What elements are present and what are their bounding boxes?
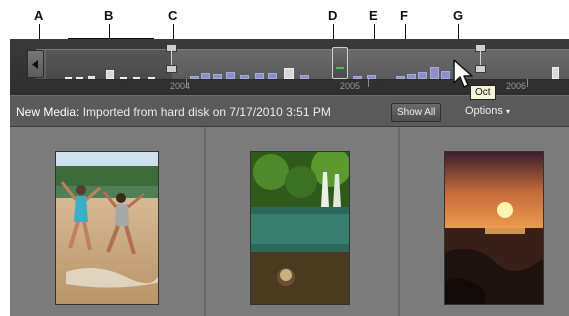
timeline-bar[interactable] <box>268 73 277 79</box>
show-all-button[interactable]: Show All <box>391 103 442 122</box>
year-label-2004: 2004 <box>170 81 191 91</box>
timeline-bar[interactable] <box>148 77 155 79</box>
media-cell[interactable] <box>400 127 569 316</box>
callout-c: C <box>168 8 178 23</box>
year-tick <box>527 79 528 87</box>
import-info: New Media: Imported from hard disk on 7/… <box>16 105 331 119</box>
year-label-2005: 2005 <box>340 81 361 91</box>
timeline-bar[interactable] <box>552 67 559 79</box>
photo-thumbnail-waterfall[interactable] <box>250 151 350 305</box>
timeline-bar[interactable] <box>353 76 362 79</box>
timeline-bar[interactable] <box>65 77 72 79</box>
timeline-baseline <box>36 79 569 80</box>
callout-b: B <box>104 8 114 23</box>
range-end-handle[interactable] <box>475 44 486 80</box>
timeline-bar[interactable] <box>120 77 127 79</box>
callout-g: G <box>453 8 464 23</box>
import-info-text: Imported from hard disk on 7/17/2010 3:5… <box>79 105 331 119</box>
callout-a: A <box>34 8 44 23</box>
media-browser-window: 2004 2005 2006 New Media: Imported from … <box>10 39 569 316</box>
photo-thumbnail-beach[interactable] <box>55 151 159 305</box>
timeline-bar[interactable] <box>430 67 439 79</box>
timeline-bar[interactable] <box>240 75 249 79</box>
timeline-bar[interactable] <box>133 77 140 79</box>
import-info-label: New Media: <box>16 105 80 119</box>
range-start-handle[interactable] <box>166 44 177 80</box>
handle-bottom-cap <box>475 65 486 73</box>
timeline-bar[interactable] <box>76 77 83 79</box>
year-label-2006: 2006 <box>506 81 527 91</box>
timeline-bar[interactable] <box>418 72 427 79</box>
arrow-left-icon <box>32 59 38 69</box>
callout-e: E <box>369 8 378 23</box>
timeline-bar[interactable] <box>441 71 450 79</box>
timeline-bar[interactable] <box>190 76 199 79</box>
dropdown-arrow-icon: ▾ <box>505 107 510 116</box>
sunset-photo-image <box>445 152 543 304</box>
marker-grip <box>336 67 344 69</box>
timeline-bar[interactable] <box>226 72 235 79</box>
photo-thumbnail-sunset[interactable] <box>444 151 544 305</box>
options-label: Options <box>465 105 503 117</box>
media-grid <box>10 127 569 316</box>
options-menu[interactable]: Options ▾ <box>465 105 510 117</box>
beach-photo-image <box>56 152 158 304</box>
year-tick <box>368 79 369 87</box>
timeline-bar[interactable] <box>201 73 210 79</box>
media-cell[interactable] <box>10 127 206 316</box>
scroll-left-button[interactable] <box>27 50 44 78</box>
timeline-tooltip: Oct <box>470 85 496 100</box>
timeline-bar[interactable] <box>407 74 416 79</box>
leader-b <box>109 24 110 38</box>
timeline-bar[interactable] <box>284 68 294 79</box>
timeline-bar[interactable] <box>88 76 95 79</box>
timeline-marker[interactable] <box>332 47 348 79</box>
timeline-bar[interactable] <box>300 75 309 79</box>
timeline-bar[interactable] <box>213 74 222 79</box>
callout-d: D <box>328 8 338 23</box>
callout-f: F <box>400 8 408 23</box>
timeline-bar[interactable] <box>106 70 114 79</box>
waterfall-photo-image <box>251 152 349 304</box>
handle-bottom-cap <box>166 65 177 73</box>
timeline-bar[interactable] <box>255 73 264 79</box>
timeline-bar[interactable] <box>396 76 405 79</box>
media-cell[interactable] <box>206 127 400 316</box>
